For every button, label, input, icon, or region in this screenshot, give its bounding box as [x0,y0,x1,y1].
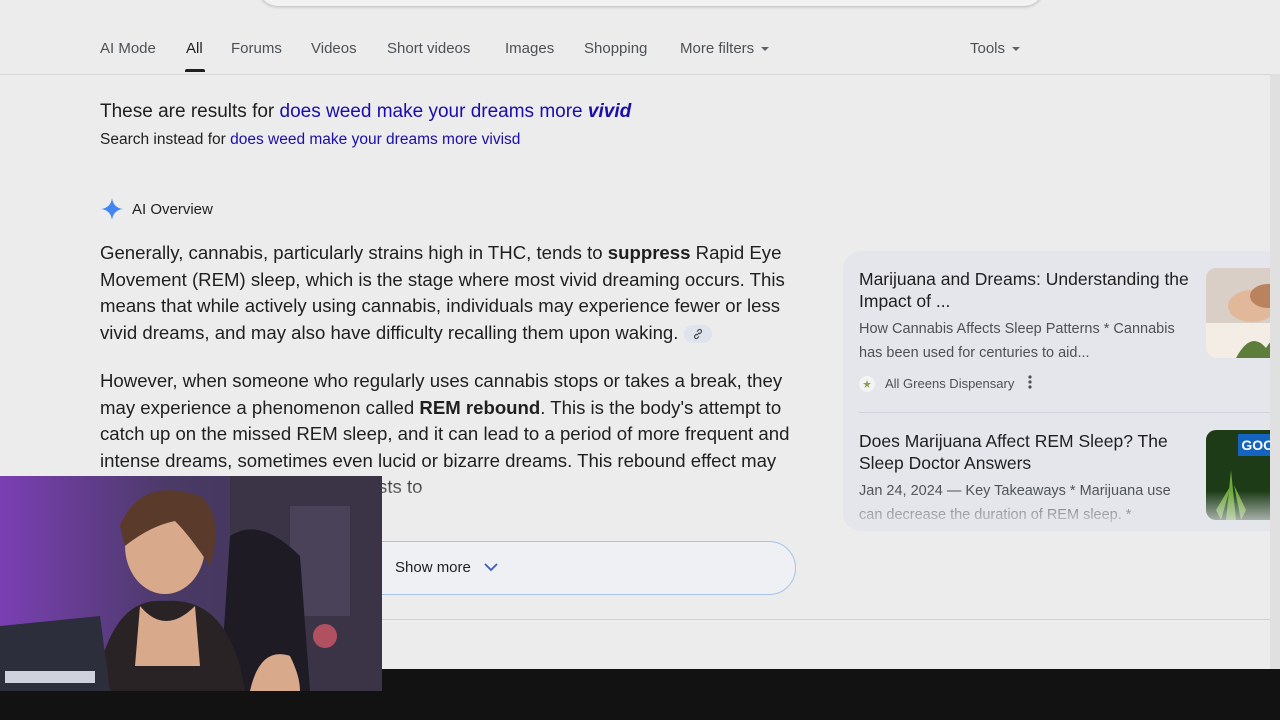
favicon-icon [859,375,875,392]
ai-text-run: Generally, cannabis, particularly strain… [100,242,608,263]
ai-sparkle-icon [101,198,123,220]
webcam-overlay [0,476,382,691]
corrected-query-text: does weed make your dreams more [279,101,588,122]
sources-panel: Marijuana and Dreams: Understanding the … [843,251,1280,531]
ai-text-bold: suppress [607,242,691,263]
search-instead-prefix: Search instead for [100,131,231,148]
original-query-link[interactable]: does weed make your dreams more vivisd [230,131,520,148]
tab-shopping[interactable]: Shopping [584,40,647,57]
link-icon [694,328,703,339]
source-title[interactable]: Marijuana and Dreams: Understanding the … [859,268,1199,312]
source-snippet: How Cannabis Affects Sleep Patterns * Ca… [859,321,1175,361]
ai-overview-label: AI Overview [132,200,213,218]
scrollbar[interactable] [1270,74,1280,669]
search-instead: Search instead for does weed make your d… [100,131,520,149]
tools-dropdown[interactable]: Tools [970,40,1021,57]
ai-overview-header: AI Overview [100,197,213,221]
ai-text-bold: REM rebound [419,396,541,418]
source-card[interactable]: Marijuana and Dreams: Understanding the … [843,251,1280,412]
tab-all[interactable]: All [186,40,203,57]
source-thumbnail[interactable] [1206,268,1280,358]
webcam-image [0,476,382,691]
sleeping-person-image [1206,268,1280,358]
section-divider [380,619,1280,620]
source-attribution: All Greens Dispensary [859,375,1032,392]
more-filters-dropdown[interactable]: More filters [680,40,770,57]
active-tab-indicator [185,69,205,72]
more-filters-label: More filters [680,40,755,57]
results-for-prefix: These are results for [100,101,280,122]
caret-down-icon [1012,47,1021,52]
search-tabs: AI Mode All Forums Videos Short videos I… [0,0,1280,75]
show-more-button[interactable]: Show more [340,541,796,595]
caret-down-icon [761,47,770,52]
show-more-label: Show more [395,559,471,576]
ai-paragraph: Generally, cannabis, particularly strain… [100,240,800,346]
corrected-query-link[interactable]: does weed make your dreams more vivid [280,101,632,122]
tab-ai-mode[interactable]: AI Mode [100,40,156,57]
more-options-icon[interactable] [1028,375,1032,392]
chevron-down-icon [484,563,498,572]
corrected-query-emphasis: vivid [587,101,632,122]
panel-fade-overlay [843,491,1280,531]
tab-short-videos[interactable]: Short videos [387,40,470,57]
source-link-chip[interactable] [684,324,713,343]
spelling-correction: These are results for does weed make you… [100,101,631,123]
tab-forums[interactable]: Forums [231,40,282,57]
source-name: All Greens Dispensary [885,376,1015,391]
tab-images[interactable]: Images [505,40,554,57]
tools-label: Tools [970,40,1006,57]
source-title[interactable]: Does Marijuana Affect REM Sleep? The Sle… [859,430,1199,474]
tab-videos[interactable]: Videos [311,40,357,57]
